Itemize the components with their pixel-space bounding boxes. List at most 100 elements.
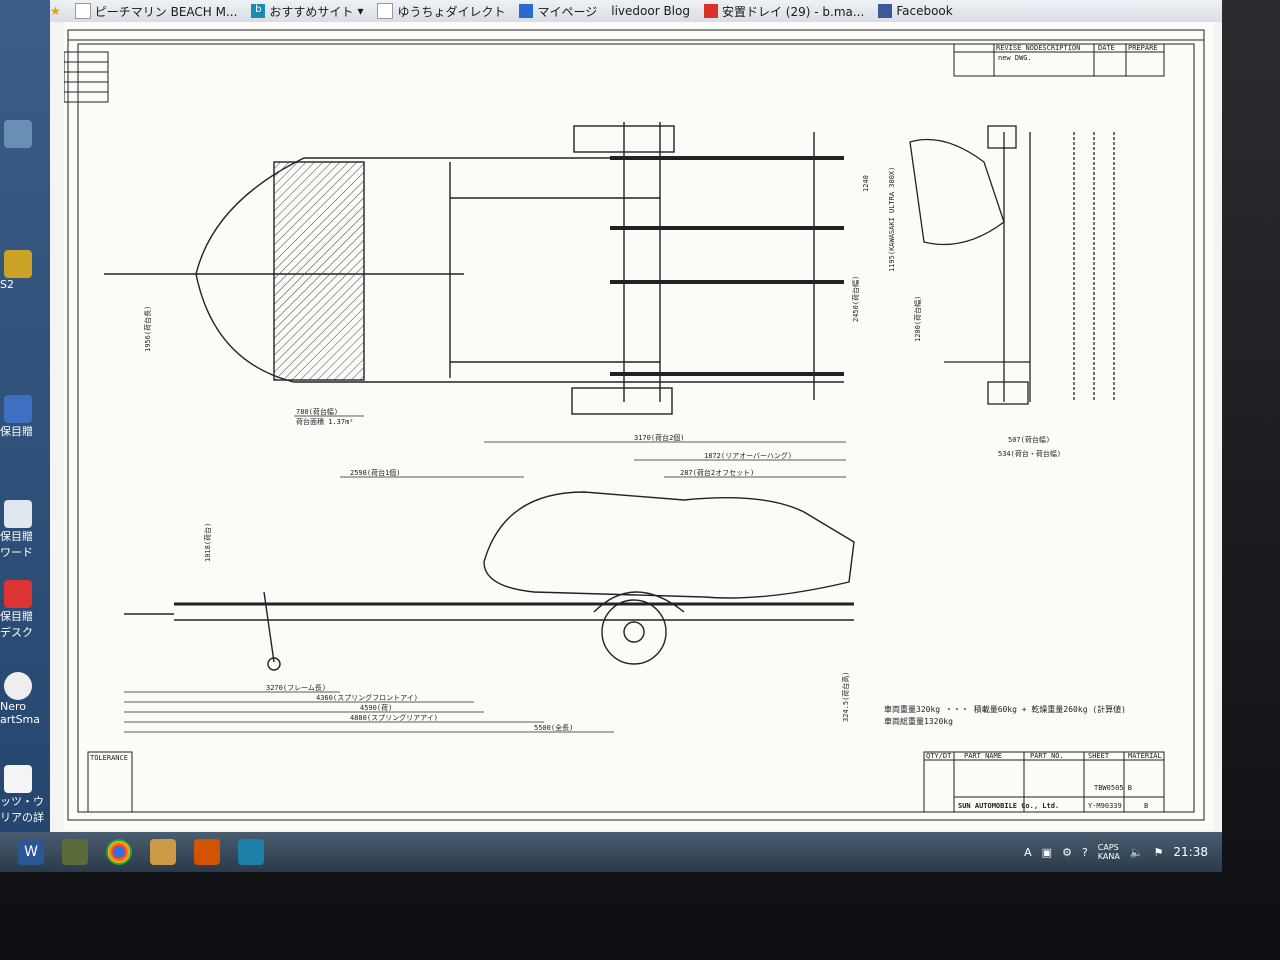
rev-header: REVISE NO. xyxy=(996,44,1038,52)
folder-icon xyxy=(4,250,32,278)
desktop-icon[interactable]: S2 xyxy=(0,250,40,291)
favorite-label: Facebook xyxy=(896,4,953,18)
jetski-side-outline xyxy=(483,491,855,599)
trailer-drawing: REVISE NO. DESCRIPTION DATE PREPARE new … xyxy=(63,29,1205,821)
system-tray: A ▣ ⚙ ? CAPS KANA 🔈 ⚑ 21:38 xyxy=(1024,832,1208,872)
weight-note: 車両重量320kg ・・・ 積載量60kg + 乾燥重量260kg (計算値) xyxy=(884,704,1126,714)
dim-label: 780(荷台幅) xyxy=(296,407,338,416)
flag-icon[interactable]: ⚑ xyxy=(1154,846,1164,859)
paint-app-icon[interactable] xyxy=(150,839,176,865)
drawing-id: Y-M90339 xyxy=(1088,802,1122,810)
dim-label: 1956(荷台長) xyxy=(143,306,152,352)
dim-label: 2598(荷台1個) xyxy=(350,468,401,477)
taskbar: W A ▣ ⚙ ? CAPS KANA 🔈 ⚑ 21:38 xyxy=(0,832,1222,872)
gallery-icon xyxy=(703,4,718,18)
favorite-link[interactable]: マイページ xyxy=(519,3,597,20)
sheet-border xyxy=(67,29,1205,821)
favorite-link[interactable]: ピーチマリン BEACH M... xyxy=(74,3,238,20)
facebook-icon xyxy=(878,4,893,18)
desktop-icon-label: S2 xyxy=(0,278,14,291)
ime-icon[interactable]: A xyxy=(1024,846,1032,859)
end-view xyxy=(909,125,1115,405)
dimension-lines xyxy=(124,415,846,733)
dim-label: 2450(荷台幅) xyxy=(851,276,860,322)
top-view xyxy=(104,122,844,415)
dim-label: 1240 xyxy=(862,175,870,192)
side-view xyxy=(124,491,855,671)
myblog-icon xyxy=(519,4,534,18)
favorite-label: 安置ドレイ (29) - b.ma... xyxy=(721,4,865,19)
dim-label: 287(荷台2オフセット) xyxy=(680,468,754,477)
dim-label: 4360(スプリングフロントアイ) xyxy=(316,693,418,702)
dim-label: 507(荷台幅) xyxy=(1008,435,1050,444)
title-block-header: PART NAME xyxy=(964,752,1002,760)
title-block-header: PART NO. xyxy=(1030,752,1064,760)
folder-icon xyxy=(4,395,32,423)
rev-header: DATE xyxy=(1098,44,1115,52)
rev-header: PREPARE xyxy=(1128,44,1158,52)
drawing-number: TBW0505 B xyxy=(1094,784,1132,792)
favorite-label: マイページ xyxy=(537,4,598,19)
desktop-icon[interactable]: 保目贈 ワード xyxy=(0,500,40,560)
chrome-app-icon[interactable] xyxy=(106,839,132,865)
desktop-strip: S2 保目贈 保目贈 ワード 保目贈 デスク Nero artSma ッツ・ウ … xyxy=(0,0,50,838)
page-icon xyxy=(377,3,394,19)
favorite-label: livedoor Blog xyxy=(611,4,690,18)
desktop-icon[interactable]: 保目贈 デスク xyxy=(0,580,40,640)
revision-letter: B xyxy=(1144,802,1148,810)
pdf-icon xyxy=(4,580,32,608)
network-icon[interactable]: ▣ xyxy=(1042,846,1052,859)
chevron-down-icon: ▾ xyxy=(357,4,364,18)
favorite-link[interactable]: Facebook xyxy=(878,4,953,18)
title-block-header: QTY/DT xyxy=(926,752,952,760)
dim-label: 4880(スプリングリアアイ) xyxy=(350,713,438,722)
dim-label: 1872(リアオーバーハング) xyxy=(704,451,792,460)
nero-icon xyxy=(4,672,32,700)
caps-kana-indicator: CAPS KANA xyxy=(1097,843,1120,861)
rev-row: new DWG. xyxy=(998,54,1032,62)
gear-icon[interactable]: ⚙ xyxy=(1062,846,1072,859)
desktop-icon[interactable]: 保目贈 xyxy=(0,395,40,439)
help-icon[interactable]: ? xyxy=(1082,846,1088,859)
desktop-icon[interactable] xyxy=(0,120,40,148)
screen: S2 保目贈 保目贈 ワード 保目贈 デスク Nero artSma ッツ・ウ … xyxy=(0,0,1222,872)
volume-icon[interactable]: 🔈 xyxy=(1130,846,1144,859)
desktop-icon-label: 保目贈 デスク xyxy=(0,610,33,639)
tolerance-label: TOLERANCE xyxy=(90,754,128,762)
dim-label: 3170(荷台2個) xyxy=(634,433,685,442)
desktop-icon[interactable]: ッツ・ウ リアの詳 xyxy=(0,765,44,825)
dim-label: 324.5(荷台高) xyxy=(841,671,850,722)
favorites-bar: ★ ピーチマリン BEACH M... b おすすめサイト ▾ ゆうちょダイレクト … xyxy=(50,0,1222,23)
rev-header: DESCRIPTION xyxy=(1034,44,1080,52)
dim-label: 1018(荷台) xyxy=(203,523,212,562)
page-icon xyxy=(74,3,91,19)
favorites-star-icon[interactable]: ★ xyxy=(50,4,61,18)
trailer-wheel xyxy=(601,599,667,665)
favorite-link[interactable]: ゆうちょダイレクト xyxy=(377,3,505,20)
desktop-icon[interactable]: Nero artSma xyxy=(0,672,40,726)
desktop-icon-label: ッツ・ウ リアの詳 xyxy=(0,795,44,824)
bing-icon: b xyxy=(251,4,266,18)
favorite-link[interactable]: livedoor Blog xyxy=(611,4,690,18)
title-block-header: MATERIAL xyxy=(1128,752,1162,760)
image-viewer-window: REVISE NO. DESCRIPTION DATE PREPARE new … xyxy=(50,22,1222,838)
photo-app-icon[interactable] xyxy=(62,839,88,865)
word-icon xyxy=(4,500,32,528)
weight-note: 車両総重量1320kg xyxy=(884,716,953,726)
app-icon xyxy=(4,120,32,148)
dim-label: 534(荷台・荷台幅) xyxy=(998,449,1061,458)
tolerance-table-top xyxy=(63,51,109,103)
dim-label: 1200(荷台幅) xyxy=(913,296,922,342)
clock[interactable]: 21:38 xyxy=(1173,845,1208,859)
favorite-label: ピーチマリン BEACH M... xyxy=(94,4,238,19)
favorite-link[interactable]: b おすすめサイト ▾ xyxy=(251,3,363,20)
tool-app-icon[interactable] xyxy=(238,839,264,865)
title-block-header: SHEET xyxy=(1088,752,1110,760)
favorite-link[interactable]: 安置ドレイ (29) - b.ma... xyxy=(703,3,865,20)
desktop-icon-label: 保目贈 ワード xyxy=(0,530,33,559)
word-app-icon[interactable]: W xyxy=(18,839,44,865)
jetski-end-outline xyxy=(909,138,1005,246)
fender-lower xyxy=(571,387,673,415)
office-app-icon[interactable] xyxy=(194,839,220,865)
desktop-icon-label: Nero artSma xyxy=(0,700,41,726)
